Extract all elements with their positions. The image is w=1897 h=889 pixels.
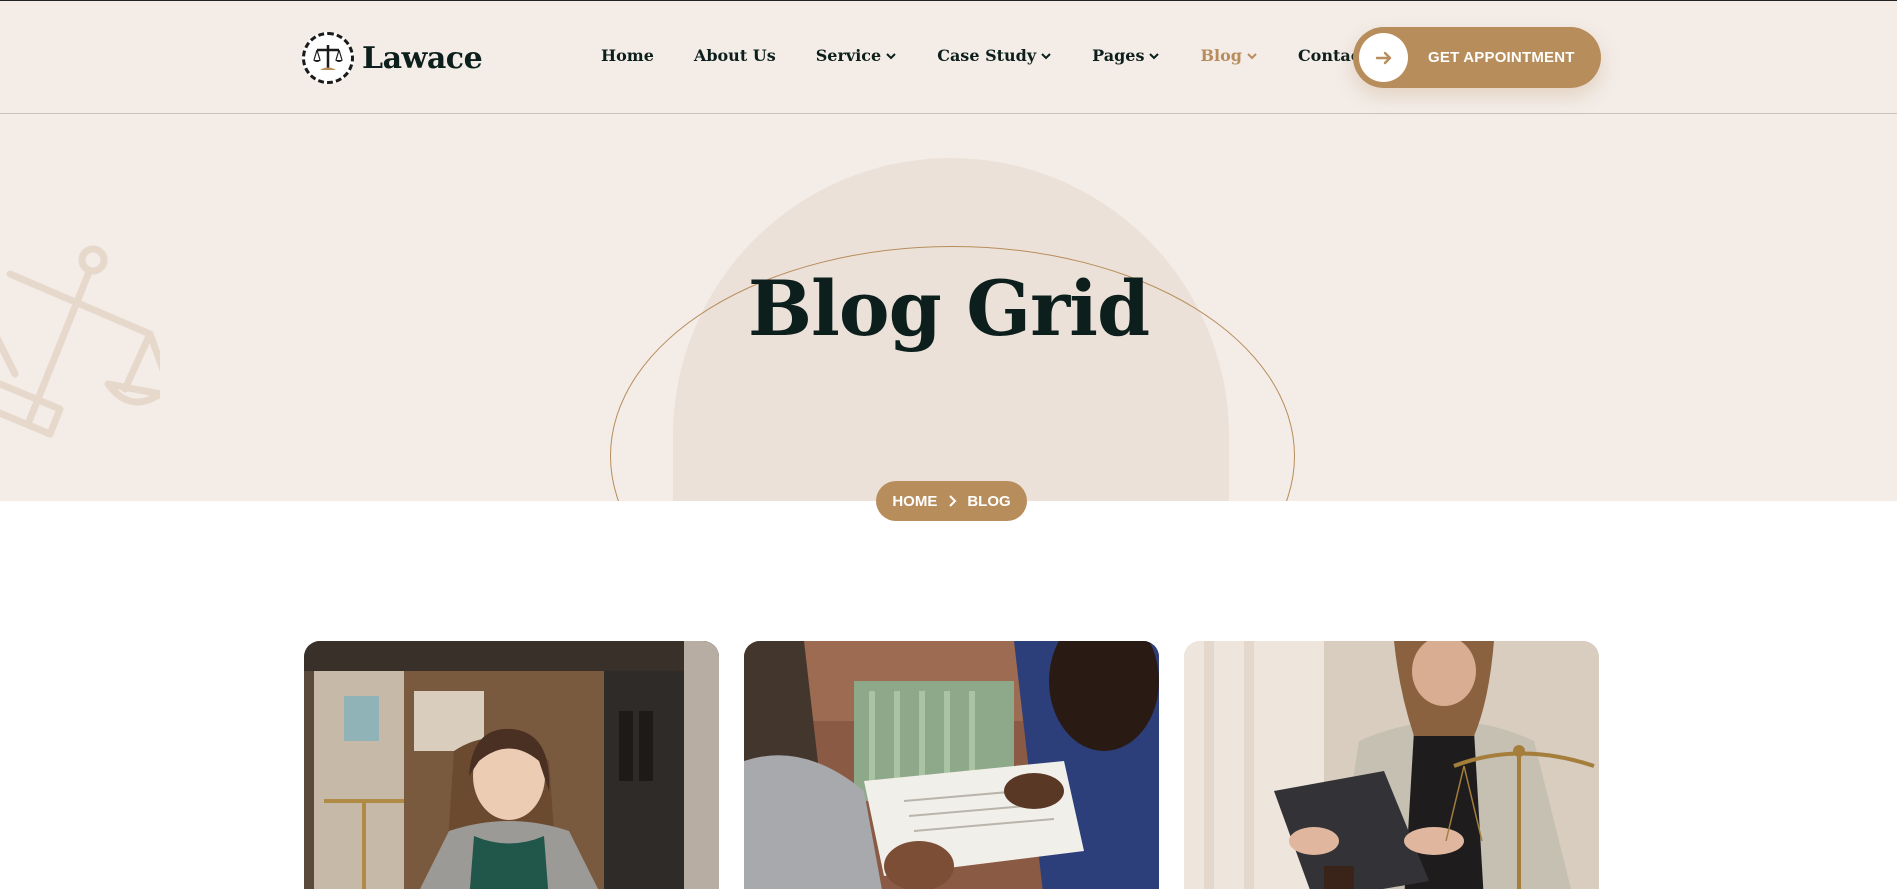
- chevron-down-icon: [1041, 52, 1051, 59]
- lawyer-with-tablet-and-scales-photo: [1184, 641, 1599, 889]
- nav-item-label: Blog: [1200, 46, 1242, 65]
- nav-item-pages[interactable]: Pages: [1092, 46, 1160, 65]
- page-title: Blog Grid: [747, 264, 1150, 353]
- chevron-down-icon: [1149, 52, 1160, 59]
- site-header: Lawace Home About Us Service Case Study …: [0, 0, 1897, 114]
- nav-item-about-us[interactable]: About Us: [694, 46, 776, 65]
- arrow-right-icon: [1359, 33, 1408, 82]
- chevron-down-icon: [886, 52, 896, 59]
- nav-item-label: Case Study: [937, 46, 1037, 65]
- nav-item-service[interactable]: Service: [816, 46, 897, 65]
- chevron-right-icon: [949, 495, 957, 507]
- nav-item-label: About Us: [693, 46, 776, 65]
- nav-item-label: Service: [815, 46, 882, 65]
- nav-item-home[interactable]: Home: [601, 46, 654, 65]
- scale-logo-icon: [302, 32, 354, 84]
- nav-item-label: Pages: [1092, 46, 1145, 65]
- blog-card[interactable]: [744, 641, 1159, 889]
- breadcrumb-current: BLOG: [967, 492, 1011, 510]
- logo[interactable]: Lawace: [302, 32, 483, 84]
- nav-item-case-study[interactable]: Case Study: [937, 46, 1052, 65]
- blog-card[interactable]: [304, 641, 719, 889]
- nav-item-blog[interactable]: Blog: [1200, 46, 1257, 65]
- chevron-down-icon: [1247, 52, 1257, 59]
- get-appointment-label: GET APPOINTMENT: [1428, 49, 1575, 66]
- nav-item-label: Home: [601, 46, 654, 65]
- breadcrumb: HOME BLOG: [876, 481, 1027, 521]
- brand-name: Lawace: [362, 40, 483, 76]
- main-nav: Home About Us Service Case Study Pages B…: [601, 46, 1436, 65]
- document-review-handshake-photo: [744, 641, 1159, 889]
- get-appointment-button[interactable]: GET APPOINTMENT: [1353, 27, 1601, 88]
- page-hero: Blog Grid: [0, 114, 1897, 501]
- woman-with-glasses-at-desk-photo: [304, 641, 719, 889]
- breadcrumb-home-link[interactable]: HOME: [892, 493, 937, 510]
- blog-card[interactable]: [1184, 641, 1599, 889]
